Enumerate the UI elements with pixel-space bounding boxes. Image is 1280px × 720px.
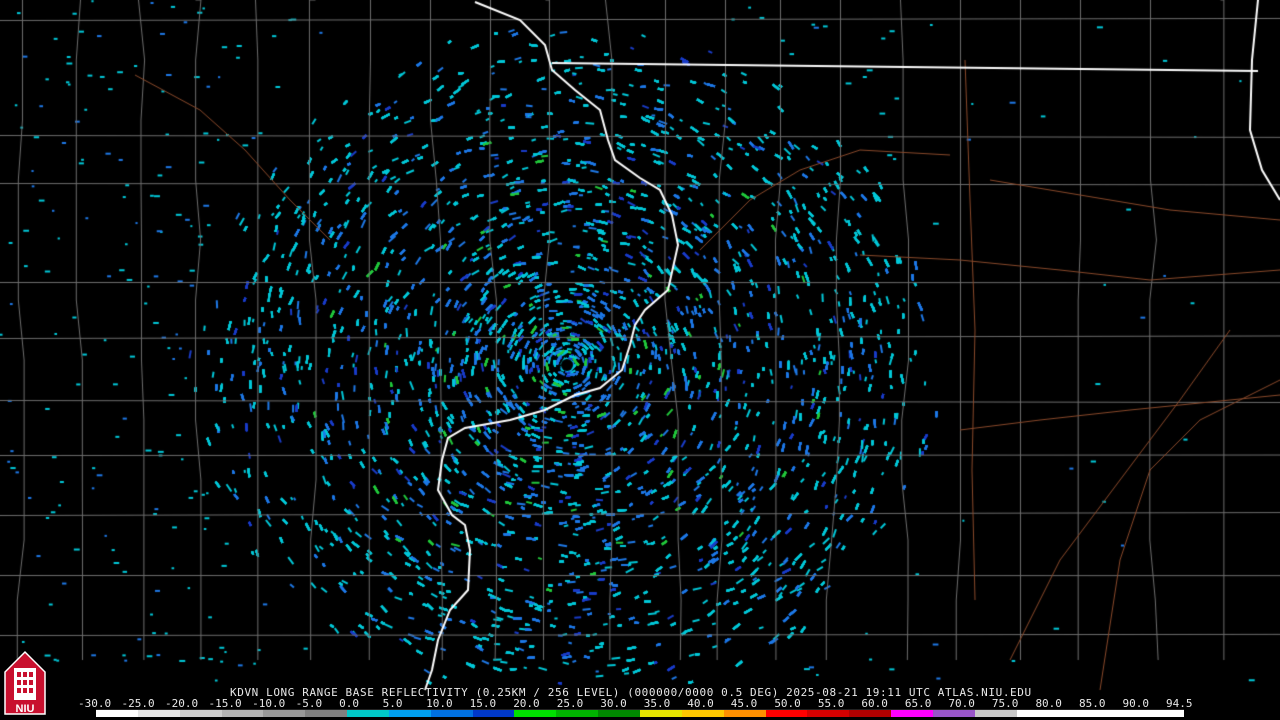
colorbar-swatch — [1142, 710, 1184, 717]
colorbar-swatch — [137, 710, 180, 717]
colorbar-swatch — [179, 710, 222, 717]
colorbar-swatch — [514, 710, 557, 717]
logo-text: NIU — [16, 703, 35, 715]
colorbar-swatch — [1016, 710, 1059, 717]
colorbar-swatch — [263, 710, 306, 717]
colorbar-swatch — [723, 710, 766, 717]
colorbar-swatch — [1058, 710, 1101, 717]
colorbar-swatch — [932, 710, 975, 717]
colorbar-swatch — [96, 710, 138, 717]
colorbar-swatch — [1100, 710, 1143, 717]
colorbar-swatch — [598, 710, 640, 717]
colorbar-swatch — [807, 710, 850, 717]
colorbar-swatch — [765, 710, 808, 717]
colorbar-swatch — [974, 710, 1017, 717]
radar-map — [0, 0, 1280, 720]
colorbar-swatch — [347, 710, 389, 717]
colorbar-swatch — [891, 710, 933, 717]
colorbar-swatch — [849, 710, 892, 717]
colorbar-labels: -30.0 -25.0 -20.0 -15.0 -10.0 -5.0 0.0 5.0 10.0 1… — [78, 697, 1193, 710]
colorbar-swatch — [430, 710, 473, 717]
colorbar-swatch — [681, 710, 724, 717]
colorbar-swatch — [556, 710, 599, 717]
colorbar-swatch — [305, 710, 348, 717]
colorbar-swatch — [639, 710, 682, 717]
colorbar-swatch — [388, 710, 431, 717]
colorbar-swatch — [472, 710, 515, 717]
reflectivity-colorbar — [96, 709, 1184, 717]
colorbar-swatch — [221, 710, 264, 717]
niu-tower-logo-icon: NIU — [4, 650, 46, 715]
